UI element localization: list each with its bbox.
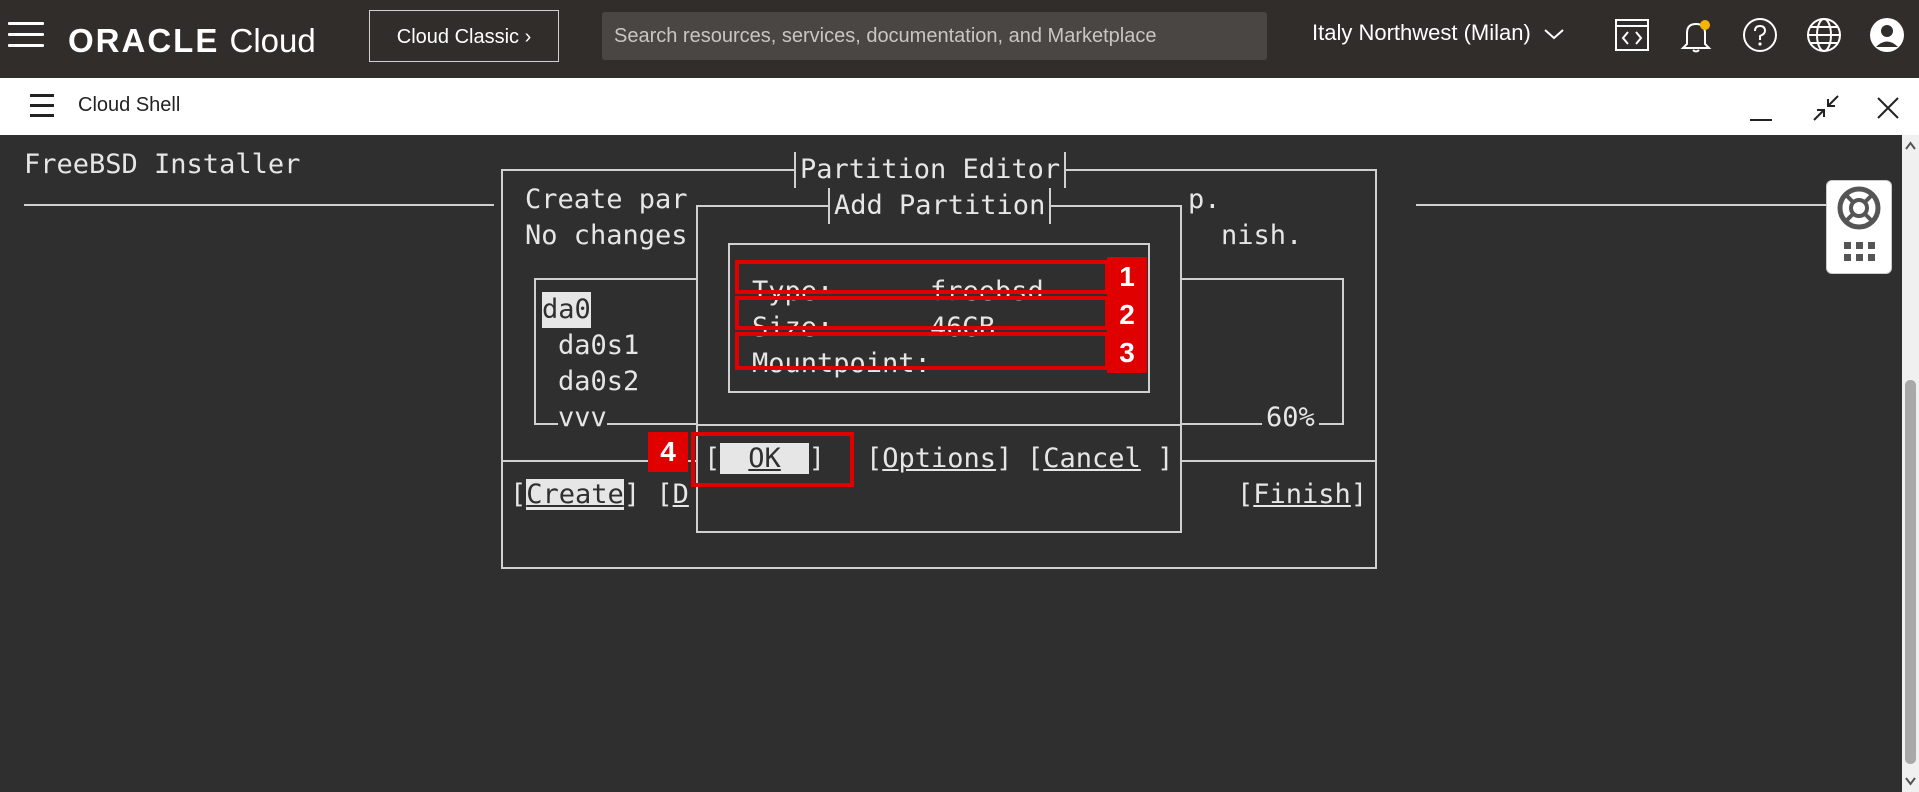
cloud-shell-header: Cloud Shell (0, 78, 1919, 135)
bg-line2-tail: nish. (1221, 220, 1303, 251)
disk-item-da0[interactable]: da0 (542, 292, 591, 328)
cloud-classic-button[interactable]: Cloud Classic › (369, 10, 559, 62)
annotation-number-1: 1 (1107, 257, 1147, 297)
lifebuoy-icon (1837, 186, 1881, 230)
add-partition-divider (696, 424, 1182, 426)
oracle-cloud-logo[interactable]: ORACLE Cloud (68, 22, 316, 60)
restore-icon[interactable] (1812, 94, 1840, 122)
logo-oracle-text: ORACLE (68, 22, 220, 59)
disk-list-more: vvv (558, 400, 607, 436)
logo-cloud-text: Cloud (229, 22, 316, 59)
terminal[interactable]: FreeBSD Installer Partition Editor Creat… (0, 135, 1902, 792)
cloud-classic-label: Cloud Classic (396, 26, 520, 48)
scroll-up-icon[interactable] (1905, 141, 1916, 151)
developer-tools-icon[interactable] (1613, 16, 1651, 54)
header-rule-left (24, 204, 494, 206)
minimize-icon[interactable] (1748, 98, 1774, 124)
disk-item-da0s2[interactable]: da0s2 (558, 364, 639, 400)
bg-line1-tail: p. (1188, 184, 1221, 215)
apps-grid-icon (1844, 242, 1875, 261)
finish-button[interactable]: [Finish] (1237, 477, 1367, 513)
finish-label: Finish (1253, 479, 1351, 510)
cloud-shell-title: Cloud Shell (78, 94, 181, 116)
help-widget[interactable] (1826, 180, 1892, 274)
scroll-down-icon[interactable] (1905, 776, 1916, 786)
options-label: Options (882, 443, 997, 474)
shell-menu-icon[interactable] (30, 94, 54, 124)
disk-usage-percent: 60% (1262, 400, 1319, 436)
bg-line1: Create par (525, 184, 688, 215)
partition-editor-title: Partition Editor (794, 152, 1067, 188)
annotation-box-size (735, 296, 1109, 330)
chevron-down-icon (1544, 29, 1564, 40)
close-icon[interactable] (1876, 96, 1900, 120)
d-label: D (672, 479, 689, 510)
user-profile-icon[interactable] (1868, 16, 1906, 54)
search-input[interactable]: Search resources, services, documentatio… (602, 12, 1267, 60)
annotation-box-ok (691, 432, 854, 487)
annotation-number-3: 3 (1107, 333, 1147, 373)
cancel-label: Cancel (1043, 443, 1141, 474)
chevron-right-icon: › (524, 26, 532, 48)
top-bar: ORACLE Cloud Cloud Classic › Search reso… (0, 0, 1919, 78)
annotation-box-type (735, 260, 1109, 294)
scrollbar-thumb[interactable] (1905, 380, 1916, 764)
create-label: Create (526, 479, 624, 510)
language-globe-icon[interactable] (1805, 16, 1843, 54)
options-button[interactable]: [Options] (866, 441, 1012, 477)
notifications-bell-icon[interactable] (1677, 16, 1715, 54)
cancel-button[interactable]: [Cancel ] (1027, 441, 1173, 477)
region-selector[interactable]: Italy Northwest (Milan) (1312, 20, 1565, 46)
annotation-box-mountpoint (735, 332, 1109, 370)
annotation-number-2: 2 (1107, 295, 1147, 335)
create-button[interactable]: [Create] [D (510, 477, 689, 513)
terminal-scrollbar[interactable] (1902, 135, 1919, 792)
main-menu-icon[interactable] (8, 22, 44, 52)
annotation-number-4: 4 (648, 432, 688, 472)
disk-item-da0s1[interactable]: da0s1 (558, 328, 639, 364)
bg-line2: No changes (525, 220, 688, 251)
installer-title: FreeBSD Installer (24, 149, 301, 180)
region-label: Italy Northwest (Milan) (1312, 20, 1531, 45)
add-partition-title: Add Partition (828, 188, 1052, 224)
help-question-icon[interactable] (1741, 16, 1779, 54)
header-rule-right (1416, 204, 1826, 206)
